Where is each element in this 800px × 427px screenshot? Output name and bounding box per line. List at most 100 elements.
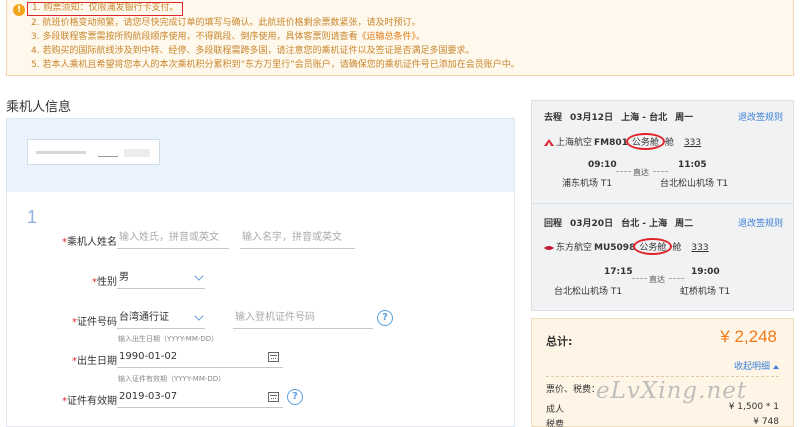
gender-label: *性别	[17, 273, 117, 288]
airline-name: 上海航空	[556, 138, 593, 148]
name-label: *乘机人姓名	[17, 233, 117, 248]
segment-direction: 回程	[544, 219, 563, 229]
section-title: 乘机人信息	[6, 100, 72, 115]
tax-price: ¥ 748	[753, 417, 779, 427]
airline-name: 东方航空	[556, 243, 593, 253]
expiry-date-value: 2019-03-07	[119, 391, 178, 402]
segment-date: 03月20日	[570, 219, 614, 229]
shanghai-airlines-logo-icon	[544, 138, 554, 146]
notice-line-1: 1. 购票须知：仅限浦发银行卡支付。	[27, 2, 184, 16]
calendar-icon[interactable]	[268, 392, 279, 402]
chevron-down-icon	[194, 311, 204, 321]
adult-label: 成人	[546, 405, 565, 415]
expiry-hint: 输入证件有效期（YYYY-MM-DD）	[118, 375, 226, 383]
notice-line-5: 5. 若本人乘机且希望将您本人的本次乘机积分累积到“东方万里行”会员账户，请确保…	[31, 60, 520, 70]
flight-info: 东方航空 MU5098 公务舱舱 333	[544, 238, 709, 255]
segment-route: 台北 - 上海	[621, 219, 668, 229]
route-dash	[616, 171, 631, 172]
total-label: 总计:	[546, 335, 573, 348]
arrival-airport: 台北松山机场 T1	[660, 179, 729, 189]
departure-airport: 台北松山机场 T1	[554, 287, 623, 297]
passenger-form: 1 *乘机人姓名 输入姓氏，拼音或英文 输入名字，拼音或英文 *性别 男 *证件…	[6, 118, 515, 427]
departure-time: 09:10	[588, 160, 617, 170]
cabin-class: 公务舱	[633, 238, 673, 255]
birth-date-input[interactable]: 1990-01-02	[117, 346, 283, 368]
birth-date-value: 1990-01-02	[119, 351, 178, 362]
direct-label: 直达	[649, 275, 665, 284]
departure-airport: 浦东机场 T1	[562, 179, 613, 189]
passenger-number: 1	[27, 207, 38, 227]
notice-line-4: 4. 若购买的国际航线涉及到中转、经停、多段联程需跨多国，请注意您的乘机证件以及…	[31, 46, 475, 56]
notice-line-3-text: 3. 多段联程客票需按所购航段顺序使用，不得跳段、倒序使用，具体客票则请查看	[31, 32, 358, 42]
notice-lines: 1. 购票须知：仅限浦发银行卡支付。 2. 航班价格变动频繁，请您尽快完成订单的…	[27, 2, 520, 72]
id-type-select[interactable]: 台湾通行证	[117, 307, 205, 329]
help-icon[interactable]: ?	[287, 389, 303, 405]
aircraft-type-link[interactable]: 333	[684, 138, 701, 148]
flight-number: FM801	[594, 138, 628, 148]
cabin-class: 公务舱	[625, 133, 665, 150]
breakdown-heading: 票价、税费：	[546, 385, 601, 395]
birth-label: *出生日期	[17, 352, 117, 367]
booking-notice: ! 1. 购票须知：仅限浦发银行卡支付。 2. 航班价格变动频繁，请您尽快完成订…	[6, 0, 794, 76]
divider	[546, 376, 779, 377]
flight-info: 上海航空 FM801 公务舱舱 333	[544, 133, 701, 150]
calendar-icon[interactable]	[268, 352, 279, 362]
price-row-tax: 税费 ¥ 748	[546, 417, 779, 427]
birth-label-text: 出生日期	[77, 356, 117, 367]
birth-hint: 输入出生日期（YYYY-MM-DD）	[118, 335, 219, 343]
watermark: eLvXing.net	[596, 378, 748, 404]
trip-summary: 去程 03月12日 上海 - 台北 周一 退改签规则 上海航空 FM801 公务舱舱 333…	[531, 100, 794, 311]
gender-select[interactable]: 男	[117, 267, 205, 289]
notice-line-3-end: 。	[415, 32, 425, 42]
id-number-input[interactable]: 输入登机证件号码	[233, 307, 373, 329]
tax-label: 税费	[546, 420, 565, 427]
expiry-label-text: 证件有效期	[67, 396, 117, 407]
notice-line-2: 2. 航班价格变动频繁，请您尽快完成订单的填写与确认。此航班价格剩余票数紧张，请…	[31, 18, 421, 28]
id-type-value: 台湾通行证	[119, 312, 169, 323]
segment-direction: 去程	[544, 113, 563, 123]
route-dash	[653, 171, 668, 172]
expiry-label: *证件有效期	[17, 392, 117, 407]
blurred-text	[98, 149, 118, 157]
segment-weekday: 周一	[675, 113, 694, 123]
price-summary: 总计: ¥ 2,248 收起明细 票价、税费： 成人 ¥ 1,500 * 1 税费…	[531, 318, 794, 427]
name-label-text: 乘机人姓名	[67, 237, 117, 248]
arrival-airport: 虹桥机场 T1	[680, 287, 731, 297]
plane-label: 舱	[664, 138, 674, 148]
plane-label: 舱	[672, 243, 682, 253]
aircraft-type-link[interactable]: 333	[691, 243, 708, 253]
blurred-text	[124, 149, 150, 157]
flight-number: MU5098	[594, 243, 636, 253]
id-label: *证件号码	[17, 313, 117, 328]
notice-line-3: 3. 多段联程客票需按所购航段顺序使用，不得跳段、倒序使用，具体客票则请查看《运…	[31, 30, 520, 44]
departure-time: 17:15	[604, 267, 633, 277]
divider	[532, 203, 793, 204]
help-icon[interactable]: ?	[377, 310, 393, 326]
total-amount: ¥ 2,248	[720, 327, 777, 346]
route-dash	[669, 278, 684, 279]
saved-passenger-chip[interactable]	[27, 139, 160, 165]
chevron-down-icon	[194, 271, 204, 281]
collapse-details-link[interactable]: 收起明细	[734, 359, 779, 372]
change-rule-link[interactable]: 退改签规则	[738, 110, 783, 123]
warning-icon: !	[13, 4, 25, 16]
route-dash	[632, 278, 647, 279]
surname-input[interactable]: 输入姓氏，拼音或英文	[117, 227, 229, 249]
gender-value: 男	[119, 272, 129, 283]
arrival-time: 19:00	[691, 267, 720, 277]
saved-passengers-bar	[7, 119, 514, 192]
expiry-date-input[interactable]: 2019-03-07	[117, 386, 283, 408]
gender-label-text: 性别	[97, 277, 117, 288]
segment-header: 去程 03月12日 上海 - 台北 周一	[544, 110, 701, 123]
arrival-time: 11:05	[678, 160, 707, 170]
id-label-text: 证件号码	[77, 317, 117, 328]
china-eastern-logo-icon	[544, 245, 554, 250]
blurred-text	[36, 151, 86, 154]
segment-route: 上海 - 台北	[621, 113, 668, 123]
given-name-input[interactable]: 输入名字，拼音或英文	[240, 227, 355, 249]
segment-weekday: 周二	[675, 219, 694, 229]
direct-label: 直达	[633, 168, 649, 177]
change-rule-link[interactable]: 退改签规则	[738, 216, 783, 229]
segment-header: 回程 03月20日 台北 - 上海 周二	[544, 216, 701, 229]
transport-terms-link[interactable]: 《运输总条件》	[357, 32, 416, 42]
